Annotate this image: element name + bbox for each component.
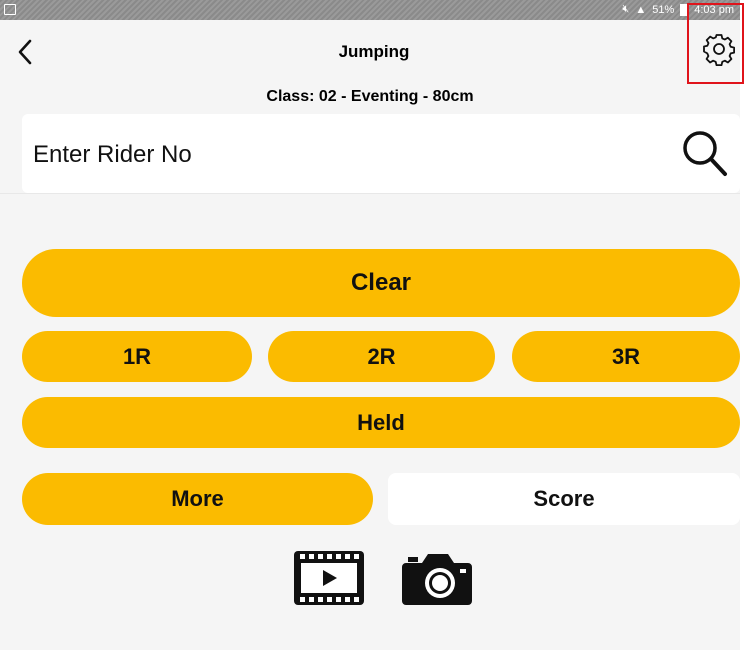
lte-signal-icon: ▲ — [635, 3, 647, 16]
rider-number-input[interactable] — [31, 132, 655, 178]
three-r-button[interactable]: 3R — [512, 331, 740, 382]
two-r-button[interactable]: 2R — [268, 331, 495, 382]
search-card — [22, 114, 740, 193]
video-play-icon[interactable] — [292, 549, 366, 607]
one-r-button[interactable]: 1R — [22, 331, 252, 382]
search-icon[interactable] — [680, 128, 728, 178]
mute-icon: 🔇︎ — [622, 3, 630, 15]
divider — [0, 193, 740, 194]
class-subtitle: Class: 02 - Eventing - 80cm — [266, 88, 474, 105]
image-icon — [4, 4, 16, 15]
gear-icon[interactable] — [702, 32, 736, 66]
score-button[interactable]: Score — [388, 473, 740, 525]
camera-icon[interactable] — [400, 549, 474, 607]
page-title: Jumping — [338, 42, 410, 61]
more-button[interactable]: More — [22, 473, 373, 525]
held-button[interactable]: Held — [22, 397, 740, 448]
status-bar: 🔇︎ ▲ 51% 4:03 pm — [0, 0, 740, 20]
battery-percent: 51% — [652, 3, 675, 16]
app-screen: 🔇︎ ▲ 51% 4:03 pm Jumping Class: 02 - Eve… — [0, 0, 744, 650]
clear-button[interactable]: Clear — [22, 249, 740, 317]
